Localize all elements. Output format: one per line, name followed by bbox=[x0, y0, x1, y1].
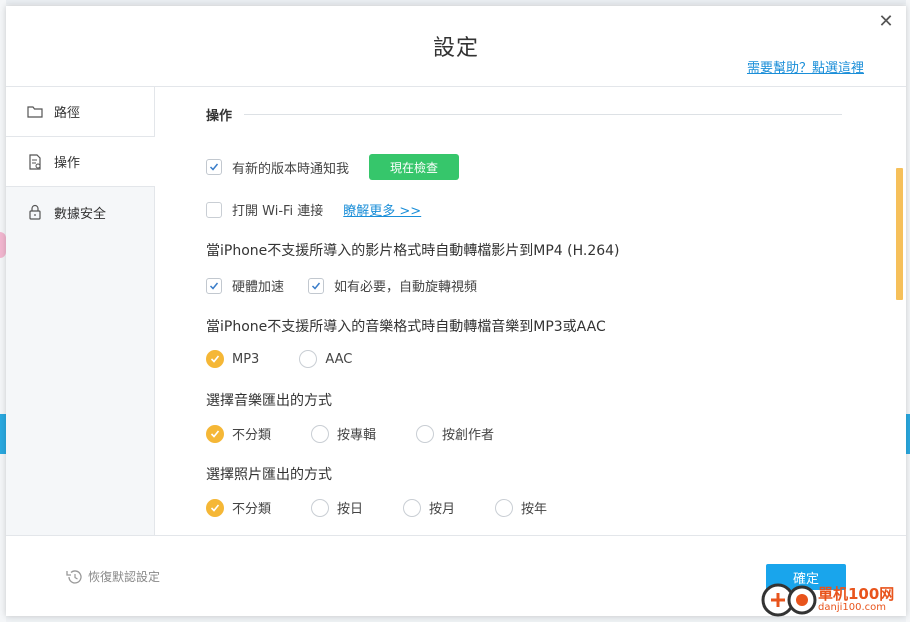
photo-export-row: 不分類 按日 按月 按年 bbox=[206, 498, 547, 517]
watermark-url: danji100.com bbox=[818, 602, 886, 613]
radio-unselected-icon bbox=[311, 498, 330, 517]
video-options-row: 硬體加速 如有必要，自動旋轉視頻 bbox=[206, 276, 477, 295]
lock-icon bbox=[26, 203, 44, 221]
close-icon[interactable]: ✕ bbox=[876, 12, 896, 32]
background-right-edge bbox=[906, 0, 910, 622]
restore-defaults-button[interactable]: 恢復默認設定 bbox=[64, 568, 160, 585]
settings-dialog: ✕ 設定 需要幫助？點選這裡 路徑 操作 數據安全 操作 有新的版本時通知我 現… bbox=[6, 6, 906, 616]
watermark-text: 單机100网 bbox=[818, 585, 895, 603]
music-export-row: 不分類 按專輯 按創作者 bbox=[206, 424, 494, 443]
radio-label: 不分類 bbox=[232, 502, 272, 517]
learn-more-link[interactable]: 瞭解更多 >> bbox=[343, 200, 421, 219]
section-header: 操作 bbox=[206, 105, 843, 124]
checkbox-checked-icon bbox=[206, 159, 222, 175]
radio-selected-icon bbox=[206, 424, 224, 443]
checkbox-checked-icon bbox=[206, 277, 222, 294]
radio-label: 按創作者 bbox=[442, 428, 495, 443]
wifi-row: 打開 Wi-Fi 連接 瞭解更多 >> bbox=[206, 200, 421, 219]
content-scrollbar-thumb[interactable] bbox=[896, 168, 903, 300]
background-app-strip bbox=[0, 0, 910, 4]
music-export-heading: 選擇音樂匯出的方式 bbox=[206, 393, 332, 409]
radio-label: 按年 bbox=[521, 502, 548, 517]
watermark-logo-icon bbox=[760, 582, 818, 618]
document-settings-icon bbox=[26, 153, 44, 171]
restore-defaults-label: 恢復默認設定 bbox=[88, 570, 161, 584]
radio-label: 按日 bbox=[337, 502, 364, 517]
hardware-accel-checkbox[interactable]: 硬體加速 bbox=[206, 276, 284, 295]
radio-unselected-icon bbox=[495, 498, 514, 517]
watermark: 單机100网 danji100.com bbox=[760, 582, 894, 618]
radio-unselected-icon bbox=[416, 424, 435, 443]
video-convert-heading: 當iPhone不支援所導入的影片格式時自動轉檔影片到MP4 (H.264) bbox=[206, 243, 620, 259]
radio-label: 不分類 bbox=[232, 428, 272, 443]
history-icon bbox=[66, 569, 82, 584]
radio-label: 按月 bbox=[429, 502, 456, 517]
music-convert-heading: 當iPhone不支援所導入的音樂格式時自動轉檔音樂到MP3或AAC bbox=[206, 319, 606, 335]
check-now-button[interactable]: 現在檢查 bbox=[369, 154, 460, 180]
radio-unselected-icon bbox=[311, 424, 330, 443]
auto-rotate-checkbox[interactable]: 如有必要，自動旋轉視頻 bbox=[308, 276, 477, 295]
radio-by-year[interactable]: 按年 bbox=[495, 498, 547, 517]
footer-divider bbox=[6, 535, 906, 536]
radio-photo-no-category[interactable]: 不分類 bbox=[206, 498, 271, 517]
sidebar-item-data-security[interactable]: 數據安全 bbox=[6, 187, 154, 237]
folder-icon bbox=[26, 103, 44, 121]
radio-unselected-icon bbox=[403, 498, 422, 517]
settings-sidebar: 路徑 操作 數據安全 bbox=[6, 87, 155, 535]
photo-export-heading: 選擇照片匯出的方式 bbox=[206, 467, 332, 483]
sidebar-item-path[interactable]: 路徑 bbox=[6, 87, 154, 137]
radio-music-no-category[interactable]: 不分類 bbox=[206, 424, 271, 443]
help-link[interactable]: 需要幫助？點選這裡 bbox=[747, 57, 864, 76]
radio-selected-icon bbox=[206, 498, 224, 517]
update-notify-label: 有新的版本時通知我 bbox=[232, 161, 350, 177]
checkbox-checked-icon bbox=[308, 277, 325, 294]
update-notify-row: 有新的版本時通知我 現在檢查 bbox=[206, 154, 460, 180]
checkbox-unchecked-icon bbox=[206, 201, 222, 218]
background-right-blue-tile bbox=[906, 414, 910, 454]
auto-rotate-label: 如有必要，自動旋轉視頻 bbox=[334, 280, 478, 295]
settings-content: 操作 有新的版本時通知我 現在檢查 打開 Wi-Fi 連接 瞭解更多 >> 當i… bbox=[156, 87, 896, 535]
radio-label: MP3 bbox=[232, 351, 260, 367]
sidebar-item-label: 數據安全 bbox=[54, 206, 107, 222]
update-notify-checkbox[interactable]: 有新的版本時通知我 bbox=[206, 158, 349, 177]
radio-label: AAC bbox=[325, 351, 353, 367]
sidebar-item-label: 路徑 bbox=[54, 106, 81, 121]
wifi-checkbox[interactable]: 打開 Wi-Fi 連接 bbox=[206, 200, 323, 219]
wifi-label: 打開 Wi-Fi 連接 bbox=[232, 204, 324, 219]
radio-label: 按專輯 bbox=[337, 428, 377, 443]
section-divider bbox=[244, 114, 843, 115]
section-title: 操作 bbox=[206, 109, 233, 124]
hardware-accel-label: 硬體加速 bbox=[232, 280, 285, 295]
radio-unselected-icon bbox=[299, 350, 318, 368]
radio-aac[interactable]: AAC bbox=[299, 350, 352, 368]
radio-mp3[interactable]: MP3 bbox=[206, 350, 259, 368]
radio-by-month[interactable]: 按月 bbox=[403, 498, 455, 517]
radio-by-day[interactable]: 按日 bbox=[311, 498, 363, 517]
radio-selected-icon bbox=[206, 350, 224, 368]
music-format-row: MP3 AAC bbox=[206, 350, 352, 368]
sidebar-item-operation[interactable]: 操作 bbox=[6, 137, 155, 187]
radio-by-artist[interactable]: 按創作者 bbox=[416, 424, 494, 443]
sidebar-item-label: 操作 bbox=[54, 156, 81, 171]
radio-by-album[interactable]: 按專輯 bbox=[311, 424, 376, 443]
content-scrollbar-track[interactable] bbox=[896, 87, 906, 535]
